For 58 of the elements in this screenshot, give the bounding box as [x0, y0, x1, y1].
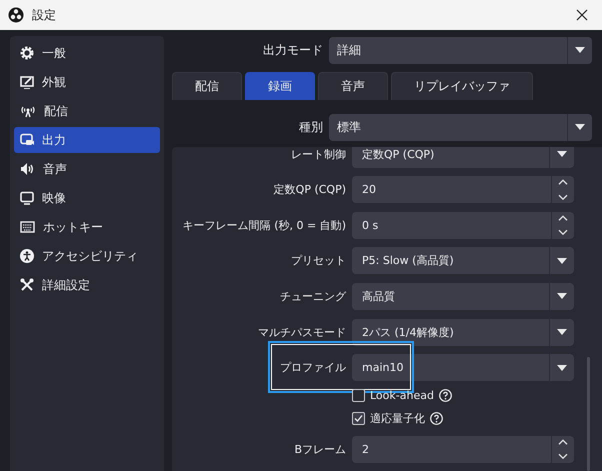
scrollbar-thumb[interactable] — [587, 357, 590, 471]
gear-icon — [20, 46, 34, 60]
monitor-brush-icon — [20, 75, 34, 89]
field-label: マルチパスモード — [257, 324, 346, 340]
field-label: キーフレーム間隔 (秒, 0 = 自動) — [182, 218, 346, 233]
caret-icon — [557, 293, 567, 300]
tab[interactable]: リプレイバッファ — [391, 72, 533, 100]
sidebar-item[interactable]: ホットキー — [14, 214, 160, 240]
sidebar-item[interactable]: 外観 — [14, 69, 160, 95]
dropdown[interactable]: 定数QP (CQP) — [352, 147, 574, 168]
caret-icon — [575, 124, 585, 130]
window-title: 設定 — [32, 6, 57, 24]
checkbox[interactable] — [352, 388, 365, 402]
output-icon — [20, 133, 34, 147]
sidebar-item[interactable]: アクセシビリティ — [14, 243, 160, 269]
keyboard-icon — [20, 221, 35, 233]
sidebar-item[interactable]: 音声 — [14, 156, 160, 182]
caret-icon — [557, 329, 567, 336]
caret-icon — [557, 151, 567, 158]
caret-icon — [557, 364, 567, 371]
field-label: 出力モード — [262, 42, 323, 58]
speaker-icon — [20, 162, 35, 176]
field-label: プリセット — [290, 253, 346, 268]
tools-icon — [20, 278, 34, 292]
accessibility-icon — [20, 249, 34, 263]
checkbox[interactable] — [352, 412, 365, 425]
number-field[interactable]: 2 — [352, 436, 574, 463]
sidebar-item[interactable]: 配信 — [14, 98, 160, 124]
dropdown[interactable]: 高品質 — [352, 282, 574, 310]
tab[interactable]: 配信 — [172, 72, 242, 100]
antenna-icon — [20, 104, 36, 118]
field-label: 種別 — [298, 118, 323, 136]
number-field[interactable]: 20 — [352, 176, 574, 204]
tab[interactable]: 音声 — [318, 72, 388, 100]
caret-icon — [575, 47, 585, 53]
dropdown[interactable]: 詳細 — [329, 36, 592, 64]
help-icon[interactable] — [430, 412, 443, 425]
field-label: 定数QP (CQP) — [272, 182, 346, 198]
number-field[interactable]: 0 s — [352, 212, 574, 239]
dropdown[interactable]: 2パス (1/4解像度) — [352, 318, 574, 346]
dropdown[interactable]: main10 — [352, 354, 574, 382]
dropdown[interactable]: P5: Slow (高品質) — [352, 247, 574, 274]
help-icon[interactable] — [438, 388, 452, 402]
field-label: プロファイル — [279, 360, 346, 376]
field-label: チューニング — [279, 288, 346, 304]
app-logo-icon — [8, 7, 24, 23]
field-label: レート制御 — [290, 147, 346, 162]
dropdown[interactable]: 標準 — [329, 114, 592, 140]
close-icon[interactable] — [576, 9, 588, 21]
sidebar-item[interactable]: 出力 — [14, 127, 160, 153]
tab[interactable]: 録画 — [245, 72, 315, 100]
field-label: Bフレーム — [293, 442, 346, 457]
sidebar-item[interactable]: 一般 — [14, 40, 160, 66]
sidebar-item[interactable]: 詳細設定 — [14, 272, 160, 298]
checkbox-label: 適応量子化 — [370, 410, 425, 426]
monitor-icon — [20, 191, 34, 205]
sidebar-item[interactable]: 映像 — [14, 185, 160, 211]
caret-icon — [557, 258, 567, 264]
